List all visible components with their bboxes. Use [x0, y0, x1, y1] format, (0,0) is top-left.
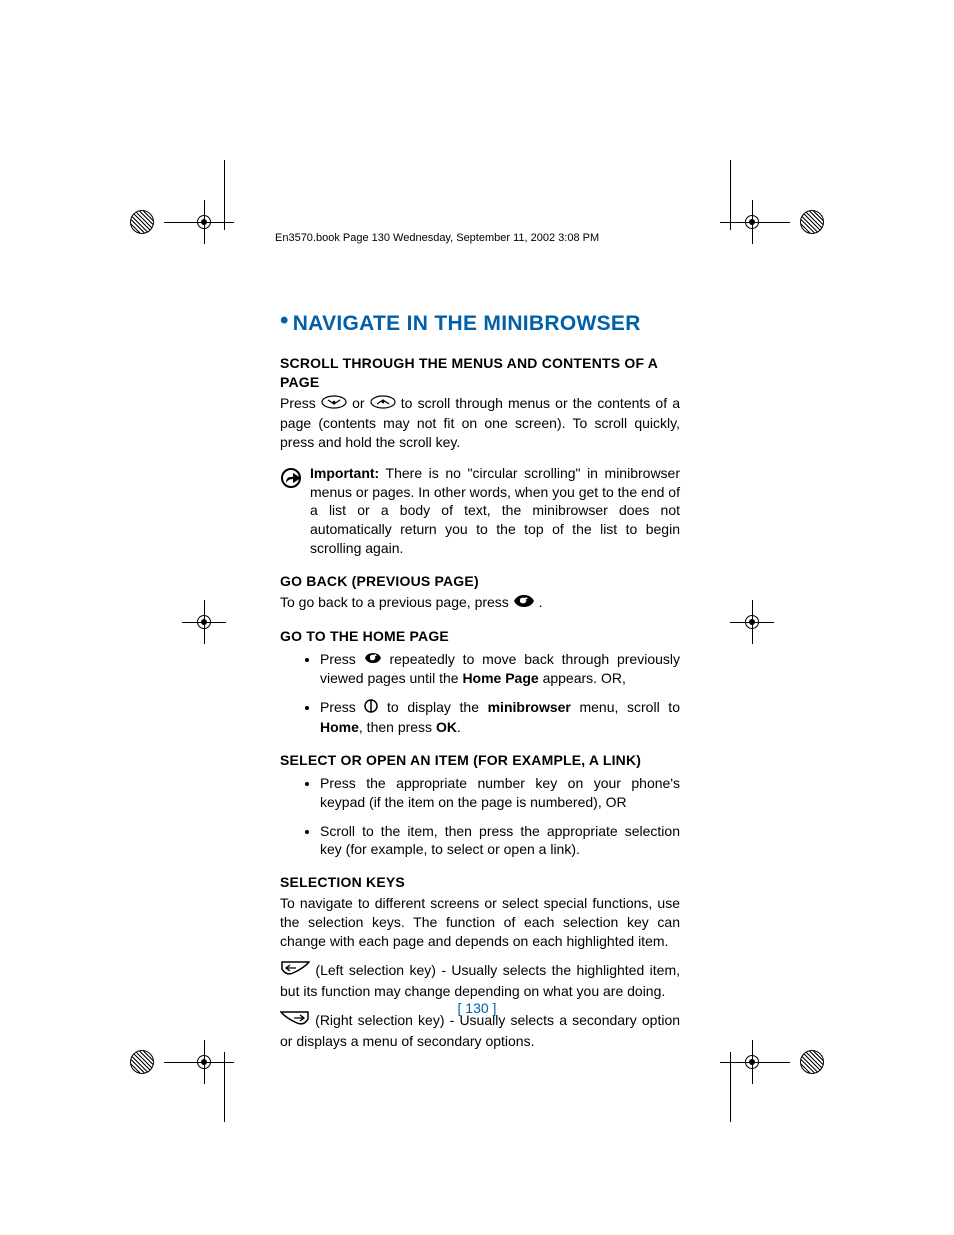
list: Press repeatedly to move back through pr…	[280, 650, 680, 737]
text: to display the	[387, 699, 488, 715]
paragraph: Press or to scroll through menus or the …	[280, 394, 680, 452]
running-header: En3570.book Page 130 Wednesday, Septembe…	[275, 232, 599, 244]
menu-key-icon	[364, 699, 378, 718]
text-bold: Home	[320, 719, 359, 735]
important-note: Important: There is no "circular scrolli…	[280, 464, 680, 558]
heading-go-back: GO BACK (PREVIOUS PAGE)	[280, 572, 680, 591]
scroll-down-icon	[321, 395, 347, 414]
section-title: •NAVIGATE IN THE MINIBROWSER	[280, 310, 680, 338]
important-icon	[280, 464, 310, 495]
text-bold: Home Page	[462, 670, 538, 686]
page-number: [ 130 ]	[0, 1000, 954, 1016]
end-key-icon	[513, 594, 535, 613]
text: appears. OR,	[539, 670, 626, 686]
heading-home: GO TO THE HOME PAGE	[280, 627, 680, 646]
heading-scroll: SCROLL THROUGH THE MENUS AND CONTENTS OF…	[280, 354, 680, 392]
page-content: •NAVIGATE IN THE MINIBROWSER SCROLL THRO…	[280, 310, 680, 1056]
text: Press	[320, 651, 364, 667]
section-title-text: NAVIGATE IN THE MINIBROWSER	[293, 312, 641, 335]
left-selection-key-icon	[280, 961, 310, 982]
text: (Right selection key) - Usually selects …	[280, 1012, 680, 1049]
scroll-up-icon	[370, 395, 396, 414]
list-item: Press repeatedly to move back through pr…	[320, 650, 680, 689]
important-label: Important:	[310, 465, 379, 481]
text-bold: minibrowser	[488, 699, 571, 715]
text: (Left selection key) - Usually selects t…	[280, 962, 680, 999]
list-item: Press the appropriate number key on your…	[320, 774, 680, 812]
list-item: Press to display the minibrowser menu, s…	[320, 698, 680, 737]
important-text: Important: There is no "circular scrolli…	[310, 464, 680, 558]
list: Press the appropriate number key on your…	[280, 774, 680, 860]
text: Press	[280, 395, 321, 411]
text: , then press	[359, 719, 436, 735]
text: .	[457, 719, 461, 735]
text: menu, scroll to	[571, 699, 680, 715]
text-bold: OK	[436, 719, 457, 735]
text: Press	[320, 699, 364, 715]
text: To go back to a previous page, press	[280, 594, 513, 610]
paragraph: To go back to a previous page, press .	[280, 593, 680, 613]
end-key-icon	[364, 650, 382, 669]
text: or	[352, 395, 370, 411]
paragraph: To navigate to different screens or sele…	[280, 894, 680, 951]
list-item: Scroll to the item, then press the appro…	[320, 822, 680, 860]
text: .	[539, 594, 543, 610]
heading-selection-keys: SELECTION KEYS	[280, 873, 680, 892]
paragraph: (Left selection key) - Usually selects t…	[280, 961, 680, 1001]
bullet-icon: •	[280, 307, 293, 334]
heading-select-item: SELECT OR OPEN AN ITEM (FOR EXAMPLE, A L…	[280, 751, 680, 770]
paragraph: (Right selection key) - Usually selects …	[280, 1011, 680, 1051]
